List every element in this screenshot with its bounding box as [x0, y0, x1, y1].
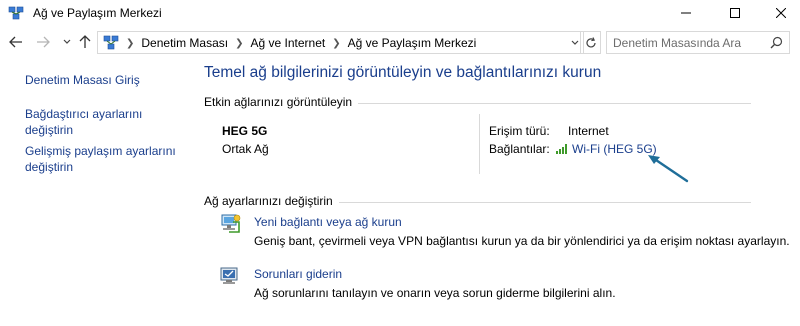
breadcrumb: ❯ Denetim Masası ❯ Ağ ve Internet ❯ Ağ v…	[124, 36, 476, 50]
network-center-icon	[103, 35, 119, 50]
new-connection-description: Geniş bant, çevirmeli veya VPN bağlantıs…	[254, 234, 790, 248]
refresh-icon	[585, 36, 596, 47]
maximize-icon	[730, 8, 740, 18]
arrow-right-icon	[37, 36, 50, 48]
sidebar-item-change-adapter-settings[interactable]: Bağdaştırıcı ayarlarını değiştirin	[25, 106, 175, 138]
main-content: Temel ağ bilgilerinizi görüntüleyin ve b…	[185, 58, 800, 326]
network-center-icon	[8, 6, 24, 20]
back-button[interactable]	[8, 34, 24, 50]
network-name: HEG 5G	[222, 124, 268, 138]
task-new-connection: Yeni bağlantı veya ağ kurun Geniş bant, …	[204, 213, 790, 253]
new-connection-link[interactable]: Yeni bağlantı veya ağ kurun	[254, 215, 402, 229]
breadcrumb-separator[interactable]: ❯	[235, 38, 243, 49]
forward-button[interactable]	[35, 34, 51, 50]
breadcrumb-separator[interactable]: ❯	[332, 38, 340, 49]
chevron-down-icon	[63, 39, 71, 44]
refresh-button[interactable]	[581, 31, 601, 54]
troubleshoot-link[interactable]: Sorunları giderin	[254, 267, 342, 281]
sidebar-item-advanced-sharing-settings[interactable]: Gelişmiş paylaşım ayarlarını değiştirin	[25, 143, 180, 175]
search-input[interactable]	[613, 35, 763, 51]
access-type-value: Internet	[568, 124, 609, 138]
search-icon[interactable]	[770, 36, 783, 49]
arrow-left-icon	[9, 36, 22, 48]
sidebar-item-control-panel-home[interactable]: Denetim Masası Giriş	[25, 72, 140, 88]
access-type-label: Erişim türü:	[489, 124, 550, 138]
wifi-connection-label[interactable]: Wi-Fi (HEG 5G)	[572, 142, 657, 156]
vertical-divider	[479, 114, 480, 174]
arrow-up-icon	[79, 35, 91, 48]
search-box[interactable]	[606, 31, 790, 54]
task-troubleshoot: Sorunları giderin Ağ sorunlarını tanılay…	[204, 265, 784, 305]
network-type[interactable]: Ortak Ağ	[222, 142, 269, 156]
troubleshoot-icon	[220, 267, 238, 284]
address-bar[interactable]: ❯ Denetim Masası ❯ Ağ ve Internet ❯ Ağ v…	[97, 31, 581, 54]
change-settings-section-title: Ağ ayarlarınızı değiştirin	[204, 194, 339, 208]
connections-label: Bağlantılar:	[489, 142, 550, 156]
maximize-button[interactable]	[712, 0, 758, 26]
address-toolbar: ❯ Denetim Masası ❯ Ağ ve Internet ❯ Ağ v…	[0, 28, 800, 58]
breadcrumb-separator[interactable]: ❯	[126, 38, 134, 49]
breadcrumb-item-control-panel[interactable]: Denetim Masası	[141, 36, 228, 50]
annotation-arrow-icon	[648, 155, 689, 183]
close-icon	[776, 8, 786, 18]
breadcrumb-item-network-sharing-center[interactable]: Ağ ve Paylaşım Merkezi	[348, 36, 477, 50]
wifi-connection-link[interactable]: Wi-Fi (HEG 5G)	[556, 142, 657, 156]
close-button[interactable]	[758, 0, 800, 26]
left-pane: Denetim Masası Giriş Bağdaştırıcı ayarla…	[0, 58, 185, 326]
recent-locations-button[interactable]	[59, 34, 75, 50]
window-title: Ağ ve Paylaşım Merkezi	[33, 6, 162, 20]
troubleshoot-description: Ağ sorunlarını tanılayın ve onarın veya …	[254, 286, 616, 300]
active-networks-section-title: Etkin ağlarınızı görüntüleyin	[204, 95, 359, 109]
up-button[interactable]	[77, 34, 93, 50]
signal-bars-icon	[556, 144, 567, 154]
chevron-down-icon	[571, 40, 579, 45]
minimize-button[interactable]	[663, 0, 709, 26]
page-title: Temel ağ bilgilerinizi görüntüleyin ve b…	[204, 64, 602, 81]
breadcrumb-item-network-internet[interactable]: Ağ ve Internet	[250, 36, 325, 50]
minimize-icon	[681, 12, 691, 14]
network-setup-icon	[221, 214, 241, 233]
title-bar: Ağ ve Paylaşım Merkezi	[0, 0, 800, 26]
